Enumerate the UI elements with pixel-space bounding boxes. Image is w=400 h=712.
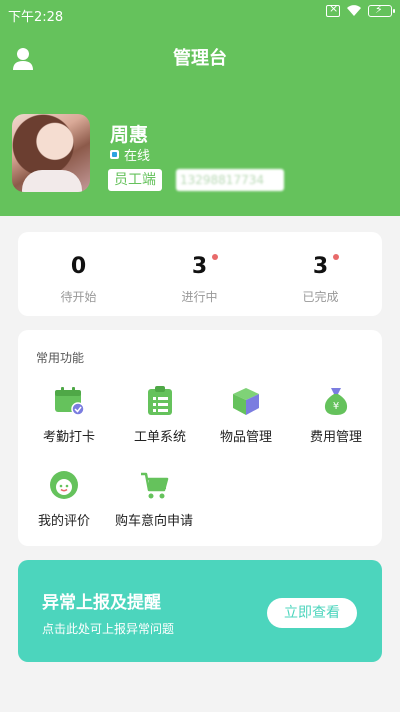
- func-my-reviews[interactable]: 我的评价: [18, 470, 110, 540]
- svg-text:¥: ¥: [333, 401, 339, 412]
- func-label: 费用管理: [309, 430, 362, 445]
- banner-subtitle: 点击此处可上报异常问题: [42, 622, 175, 636]
- task-stats-card: 0 待开始 3 进行中 3 已完成: [18, 232, 382, 316]
- calendar-check-icon: [54, 386, 85, 416]
- func-items-management[interactable]: 物品管理: [200, 386, 292, 456]
- page-title: 管理台: [173, 48, 227, 69]
- online-indicator-icon: [110, 150, 119, 159]
- online-status-label: 在线: [124, 149, 151, 164]
- func-car-purchase-request[interactable]: 购车意向申请: [108, 470, 200, 540]
- abnormal-report-banner[interactable]: 异常上报及提醒 点击此处可上报异常问题 立即查看: [18, 560, 382, 662]
- stat-label: 进行中: [181, 290, 218, 304]
- online-status: 在线: [110, 145, 150, 164]
- role-badge: 员工端: [108, 169, 162, 191]
- banner-title: 异常上报及提醒: [42, 593, 161, 613]
- stat-pending[interactable]: 0 待开始: [18, 232, 139, 316]
- func-label: 考勤打卡: [42, 430, 95, 445]
- stat-value: 3: [191, 254, 208, 279]
- stat-label: 待开始: [60, 290, 97, 304]
- stat-completed[interactable]: 3 已完成: [260, 232, 381, 316]
- stat-label: 已完成: [302, 290, 339, 304]
- user-name: 周惠: [110, 124, 149, 146]
- func-label: 我的评价: [37, 514, 90, 529]
- func-expense-management[interactable]: ¥ 费用管理: [290, 386, 382, 456]
- phone-number: 13298817734: [176, 169, 284, 191]
- clipboard-list-icon: [145, 386, 175, 416]
- view-now-button[interactable]: 立即查看: [267, 598, 357, 628]
- notification-dot: [333, 254, 339, 260]
- smile-face-icon: [49, 470, 79, 500]
- avatar[interactable]: [12, 114, 90, 192]
- common-functions-card: 常用功能 考勤打卡 工单系统 物品管理 ¥ 费用管理 我的评价 购车意向申请: [18, 330, 382, 546]
- stat-value: 3: [312, 254, 329, 279]
- box-icon: [231, 386, 261, 416]
- func-label: 物品管理: [219, 430, 272, 445]
- func-work-order[interactable]: 工单系统: [114, 386, 206, 456]
- func-label: 工单系统: [133, 430, 186, 445]
- money-bag-icon: ¥: [321, 386, 351, 416]
- stat-value: 0: [70, 254, 87, 279]
- notification-off-icon: [326, 2, 340, 17]
- notification-dot: [212, 254, 218, 260]
- func-label: 购车意向申请: [114, 514, 193, 529]
- section-title: 常用功能: [36, 351, 85, 365]
- func-attendance[interactable]: 考勤打卡: [23, 386, 115, 456]
- status-time: 下午2:28: [8, 10, 64, 25]
- battery-icon: ⚡: [368, 3, 395, 17]
- status-bar: 下午2:28 ⚡: [0, 0, 400, 28]
- shopping-cart-icon: [139, 470, 169, 500]
- status-icons: ⚡: [326, 2, 395, 17]
- wifi-icon: [346, 5, 362, 17]
- stat-in-progress[interactable]: 3 进行中: [139, 232, 260, 316]
